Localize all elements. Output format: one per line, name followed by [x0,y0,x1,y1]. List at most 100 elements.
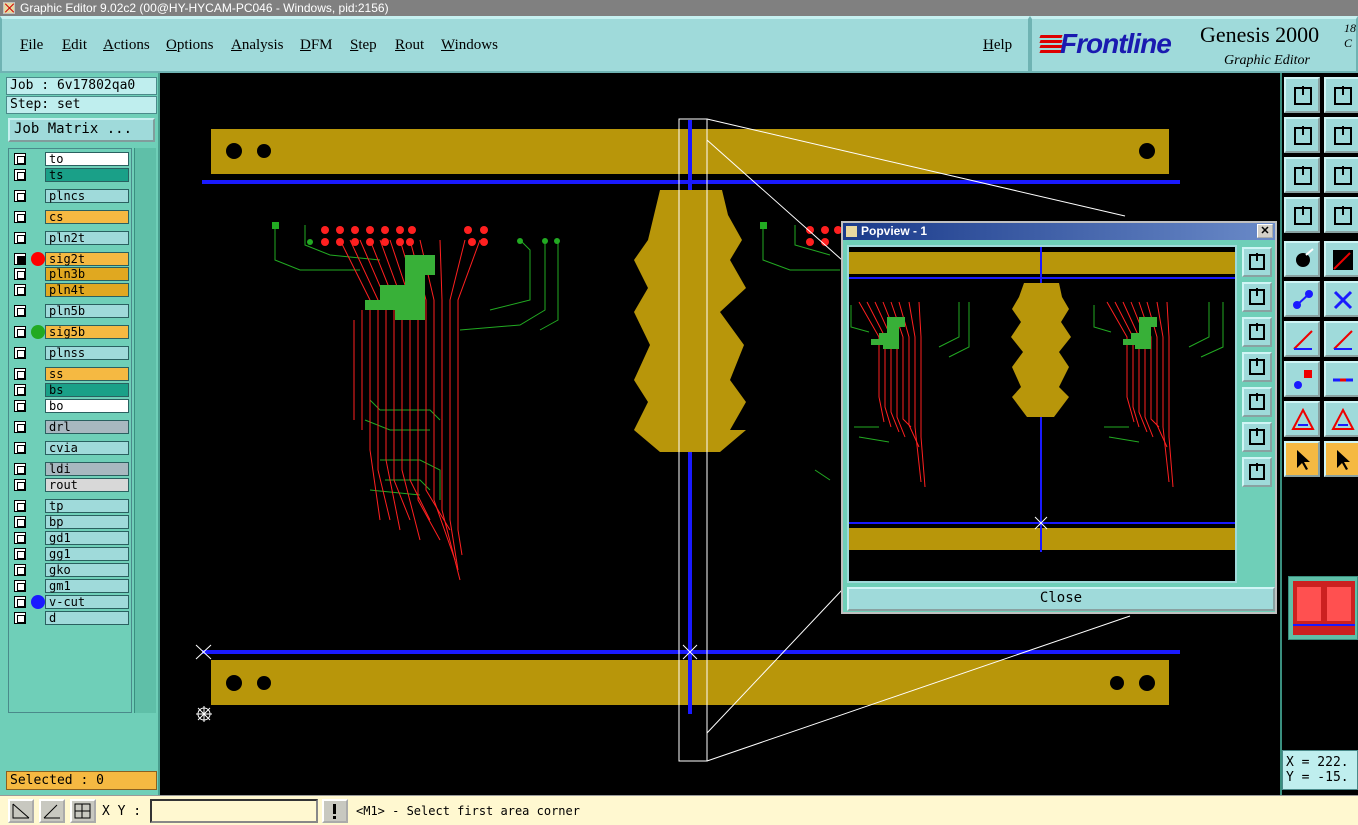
layer-checkbox[interactable] [14,368,26,380]
zoom-in-up-button[interactable] [1284,77,1320,113]
pointer-button[interactable] [1284,441,1320,477]
pv-pan-right-button[interactable] [1242,387,1272,417]
layer-name[interactable]: pln3b [45,267,129,281]
layer-checkbox[interactable] [14,516,26,528]
grid-mode-icon[interactable] [70,799,96,823]
layer-checkbox[interactable] [14,400,26,412]
menu-options[interactable]: Options [166,37,214,54]
select-pad-button[interactable] [1284,241,1320,277]
layer-row-cs[interactable]: cs [11,210,129,224]
layer-display-dot-icon[interactable] [31,252,45,266]
angle-tool-button[interactable] [1324,401,1358,437]
layer-name[interactable]: ldi [45,462,129,476]
layer-row-plncs[interactable]: plncs [11,189,129,203]
pv-pan-down-button[interactable] [1242,317,1272,347]
layer-checkbox[interactable] [14,169,26,181]
layer-name[interactable]: rout [45,478,129,492]
layer-row-gd1[interactable]: gd1 [11,531,129,545]
layer-name[interactable]: drl [45,420,129,434]
popview-title-bar[interactable]: Popview - 1 ✕ [843,223,1275,240]
layer-checkbox[interactable] [14,268,26,280]
layer-name[interactable]: cvia [45,441,129,455]
layer-checkbox[interactable] [14,211,26,223]
layer-name[interactable]: bs [45,383,129,397]
layer-row-pln3b[interactable]: pln3b [11,267,129,281]
layer-checkbox[interactable] [14,326,26,338]
layer-checkbox[interactable] [14,548,26,560]
layer-name[interactable]: sig2t [45,252,129,266]
layer-name[interactable]: pln2t [45,231,129,245]
layer-row-pln5b[interactable]: pln5b [11,304,129,318]
layer-row-pln4t[interactable]: pln4t [11,283,129,297]
connect-nodes-button[interactable] [1284,281,1320,317]
layer-checkbox[interactable] [14,232,26,244]
layer-row-bo[interactable]: bo [11,399,129,413]
measure-tool-button[interactable] [1284,197,1320,233]
layer-row-tp[interactable]: tp [11,499,129,513]
menu-edit[interactable]: Edit [62,37,87,54]
layer-name[interactable]: d [45,611,129,625]
delete-node-button[interactable] [1324,281,1358,317]
layer-row-bs[interactable]: bs [11,383,129,397]
menu-windows[interactable]: Windows [441,37,498,54]
menu-file[interactable]: File [20,37,43,54]
layer-name[interactable]: sig5b [45,325,129,339]
pan-right-button[interactable] [1324,117,1358,153]
pv-pan-left-button[interactable] [1242,352,1272,382]
fit-view-button[interactable] [1284,157,1320,193]
zoom-extents-button[interactable] [1324,157,1358,193]
layer-checkbox[interactable] [14,305,26,317]
layer-row-bp[interactable]: bp [11,515,129,529]
layer-row-ts[interactable]: ts [11,168,129,182]
layer-row-drl[interactable]: drl [11,420,129,434]
layer-name[interactable]: bp [45,515,129,529]
layer-name[interactable]: gko [45,563,129,577]
layer-checkbox[interactable] [14,612,26,624]
add-line-button[interactable] [1284,321,1320,357]
pv-pan-up-button[interactable] [1242,282,1272,312]
layer-checkbox[interactable] [14,479,26,491]
layer-checkbox[interactable] [14,564,26,576]
overview-thumbnail[interactable] [1288,576,1358,640]
layer-checkbox[interactable] [14,153,26,165]
menu-analysis[interactable]: Analysis [231,37,284,54]
draw-line-button[interactable] [1324,321,1358,357]
layer-row-to[interactable]: to [11,152,129,166]
layer-row-plnss[interactable]: plnss [11,346,129,360]
menu-step[interactable]: Step [350,37,377,54]
edit-layer-button[interactable] [1324,241,1358,277]
layer-name[interactable]: pln4t [45,283,129,297]
xy-input[interactable] [150,799,318,823]
menu-dfm[interactable]: DFM [300,37,333,54]
layer-name[interactable]: cs [45,210,129,224]
layer-list-scrollbar[interactable] [134,148,156,713]
layer-row-gko[interactable]: gko [11,563,129,577]
layer-checkbox[interactable] [14,532,26,544]
layer-row-pln2t[interactable]: pln2t [11,231,129,245]
layer-row-gg1[interactable]: gg1 [11,547,129,561]
layer-checkbox[interactable] [14,500,26,512]
pan-left-button[interactable] [1284,117,1320,153]
layer-name[interactable]: pln5b [45,304,129,318]
snap-mode-icon[interactable] [8,799,34,823]
triangle-tool-button[interactable] [1284,401,1320,437]
step-tool-button[interactable] [1324,197,1358,233]
layer-row-rout[interactable]: rout [11,478,129,492]
menu-rout[interactable]: Rout [395,37,424,54]
layer-row-ldi[interactable]: ldi [11,462,129,476]
layer-checkbox[interactable] [14,596,26,608]
split-line-button[interactable] [1324,361,1358,397]
layer-row-v-cut[interactable]: v-cut [11,595,129,609]
popview-close-icon[interactable]: ✕ [1257,224,1273,238]
pv-fit-button[interactable] [1242,422,1272,452]
job-matrix-button[interactable]: Job Matrix ... [8,118,155,142]
layer-row-sig5b[interactable]: sig5b [11,325,129,339]
layer-name[interactable]: tp [45,499,129,513]
layer-name[interactable]: gm1 [45,579,129,593]
layer-name[interactable]: gd1 [45,531,129,545]
layer-row-d[interactable]: d [11,611,129,625]
layer-name[interactable]: plncs [45,189,129,203]
layer-name[interactable]: v-cut [45,595,129,609]
layer-row-ss[interactable]: ss [11,367,129,381]
layer-name[interactable]: bo [45,399,129,413]
